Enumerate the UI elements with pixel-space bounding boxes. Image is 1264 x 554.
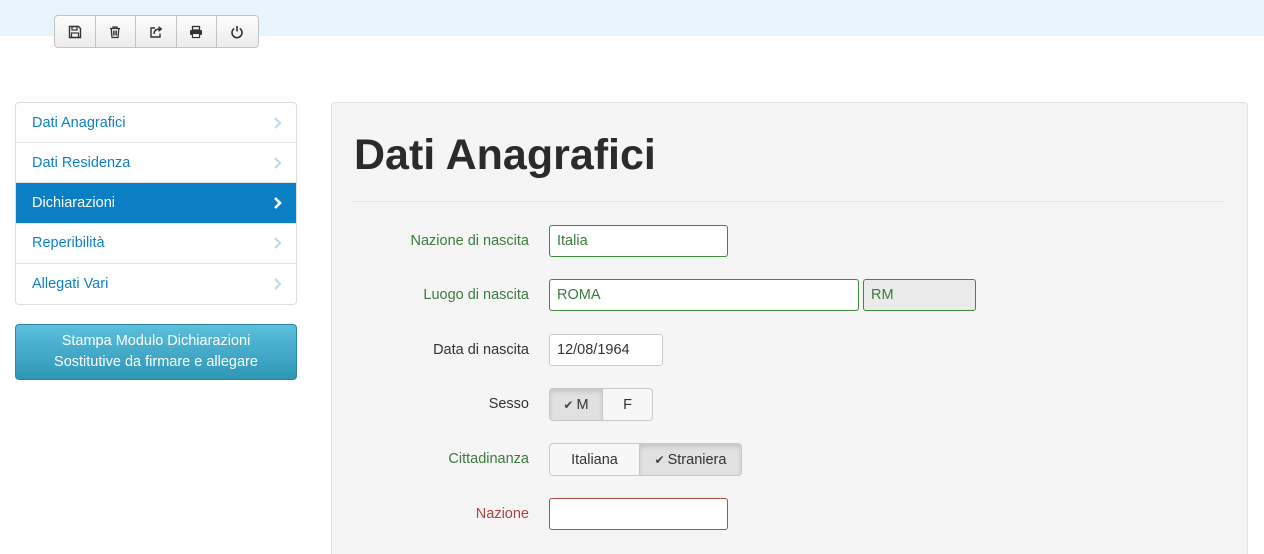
sesso-toggle-group: ✔ M F (549, 388, 653, 421)
print-button-line1: Stampa Modulo Dichiarazioni (61, 333, 251, 349)
nazione-nascita-label: Nazione di nascita (410, 233, 530, 249)
sidebar-item-label: Reperibilità (32, 235, 105, 252)
print-button[interactable] (177, 16, 217, 47)
row-nazione-nascita: Nazione di nascita Italia (332, 225, 1249, 257)
cittadinanza-label: Cittadinanza (448, 451, 529, 467)
sidebar-item-label: Dati Residenza (32, 154, 131, 171)
chevron-right-icon (274, 237, 282, 249)
row-nazione: Nazione (332, 498, 1249, 530)
nazione-nascita-input[interactable]: Italia (549, 225, 728, 257)
chevron-right-icon (274, 116, 282, 129)
cittadinanza-option-straniera[interactable]: ✔ Straniera (640, 444, 741, 475)
chevron-right-icon (274, 278, 282, 290)
sidebar-item-label: Dichiarazioni (32, 194, 116, 211)
sesso-option-label: M (576, 396, 589, 413)
power-icon (231, 25, 244, 38)
sesso-label: Sesso (488, 396, 529, 412)
row-data-nascita: Data di nascita 12/08/1964 (332, 334, 1249, 366)
sidebar-item-dichiarazioni[interactable]: Dichiarazioni (16, 183, 296, 224)
print-declarations-button[interactable]: Stampa Modulo Dichiarazioni Sostitutive … (15, 324, 297, 380)
sesso-option-f[interactable]: F (603, 389, 652, 420)
row-cittadinanza: Cittadinanza Italiana ✔ Straniera (332, 443, 1249, 476)
check-icon: ✔ (654, 452, 665, 467)
sesso-option-label: F (623, 396, 632, 413)
page-title: Dati Anagrafici (354, 131, 656, 179)
form-panel: Dati Anagrafici Nazione di nascita Itali… (331, 102, 1248, 554)
sidebar-item-dati-residenza[interactable]: Dati Residenza (16, 143, 296, 184)
sidebar-item-label: Allegati Vari (32, 275, 109, 292)
nazione-input[interactable] (549, 498, 728, 530)
cittadinanza-option-italiana[interactable]: Italiana (550, 444, 640, 475)
sidebar-item-allegati-vari[interactable]: Allegati Vari (16, 264, 296, 304)
chevron-right-icon (274, 157, 282, 169)
title-divider (352, 201, 1225, 202)
save-button[interactable] (55, 16, 96, 47)
logout-button[interactable] (217, 16, 258, 47)
chevron-right-icon (274, 197, 282, 209)
cittadinanza-option-label: Italiana (571, 451, 618, 468)
row-luogo-nascita: Luogo di nascita ROMA RM (332, 279, 1249, 311)
provincia-nascita-field: RM (863, 279, 976, 311)
cittadinanza-toggle-group: Italiana ✔ Straniera (549, 443, 742, 476)
sidebar-nav: Dati Anagrafici Dati Residenza Dichiaraz… (15, 102, 297, 305)
cittadinanza-option-label: Straniera (667, 451, 727, 468)
data-nascita-label: Data di nascita (433, 342, 529, 358)
print-button-line2: Sostitutive da firmare e allegare (54, 354, 258, 370)
sesso-option-m[interactable]: ✔ M (550, 389, 603, 420)
trash-icon (110, 25, 121, 38)
share-icon (150, 25, 163, 38)
row-sesso: Sesso ✔ M F (332, 388, 1249, 421)
check-icon: ✔ (563, 397, 574, 412)
luogo-nascita-label: Luogo di nascita (423, 287, 529, 303)
sidebar-item-reperibilita[interactable]: Reperibilità (16, 224, 296, 264)
share-button[interactable] (136, 16, 177, 47)
data-nascita-input[interactable]: 12/08/1964 (549, 334, 663, 366)
floppy-disk-icon (68, 25, 81, 38)
toolbar (54, 15, 259, 48)
luogo-nascita-input[interactable]: ROMA (549, 279, 859, 311)
printer-icon (190, 25, 203, 38)
delete-button[interactable] (96, 16, 136, 47)
nazione-label: Nazione (475, 506, 529, 522)
sidebar-item-label: Dati Anagrafici (32, 114, 126, 131)
sidebar-item-dati-anagrafici[interactable]: Dati Anagrafici (16, 103, 296, 144)
